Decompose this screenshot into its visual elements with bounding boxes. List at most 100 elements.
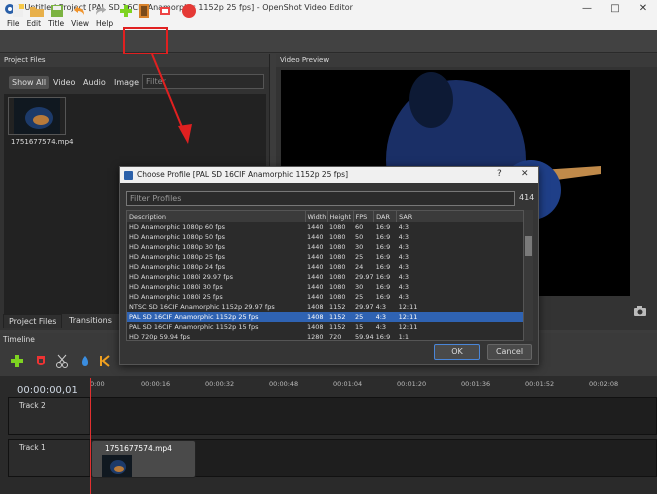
filter-show-all[interactable]: Show All xyxy=(9,76,50,89)
ok-button[interactable]: OK xyxy=(434,344,480,360)
menu-view[interactable]: View xyxy=(64,18,89,30)
scrollbar-thumb[interactable] xyxy=(525,236,532,256)
profile-cell: 16:9 xyxy=(375,243,391,251)
dialog-close-button[interactable]: ✕ xyxy=(521,169,529,179)
profile-cell: PAL SD 16CIF Anamorphic 1152p 25 fps xyxy=(127,312,305,322)
profile-table-scrollbar[interactable] xyxy=(524,210,533,341)
column-sar[interactable]: SAR xyxy=(396,211,523,222)
column-dar[interactable]: DAR xyxy=(373,211,398,222)
choose-profile-icon[interactable] xyxy=(136,3,152,19)
profile-row[interactable]: HD Anamorphic 1080p 50 fps 1440 1080 50 16:9… xyxy=(127,232,523,242)
tab-project-files[interactable]: Project Files xyxy=(3,314,63,328)
profile-cell: HD 720p 59.94 fps xyxy=(129,333,191,341)
profile-row[interactable]: HD Anamorphic 1080p 25 fps 1440 1080 25 16:9… xyxy=(127,252,523,262)
clip-thumbnail-image xyxy=(102,455,132,477)
menu-edit[interactable]: Edit xyxy=(20,18,42,30)
profile-cell: 1440 xyxy=(307,243,324,251)
profile-cell: 1440 xyxy=(307,233,324,241)
timeline-timecode: 00:00:00,01 xyxy=(17,385,78,396)
add-marker-icon[interactable] xyxy=(78,354,92,368)
profile-cell: 24 xyxy=(355,263,364,271)
profile-cell: 16:9 xyxy=(375,223,391,231)
fullscreen-icon[interactable] xyxy=(157,3,173,19)
filter-audio[interactable]: Audio xyxy=(80,76,109,89)
undo-icon[interactable] xyxy=(71,3,87,19)
profile-row[interactable]: HD Anamorphic 1080p 30 fps 1440 1080 30 16:9… xyxy=(127,242,523,252)
profile-row[interactable]: PAL SD 16CIF Anamorphic 1152p 15 fps 1408… xyxy=(127,322,523,332)
profile-row[interactable]: HD Anamorphic 1080p 24 fps 1440 1080 24 16:9… xyxy=(127,262,523,272)
maximize-button[interactable]: □ xyxy=(601,0,629,18)
profile-row[interactable]: NTSC SD 16CIF Anamorphic 1152p 29.97 fps… xyxy=(127,302,523,312)
add-track-icon[interactable] xyxy=(10,354,24,368)
profile-cell: 4:3 xyxy=(398,263,410,271)
playhead[interactable] xyxy=(90,378,91,494)
profile-row[interactable]: HD Anamorphic 1080i 25 fps 1440 1080 25 16:9… xyxy=(127,292,523,302)
track-label[interactable]: Track 2 xyxy=(9,398,89,434)
menu-file[interactable]: File xyxy=(0,18,20,30)
profile-cell: 4:3 xyxy=(398,233,410,241)
profile-cell: HD Anamorphic 1080i 29.97 fps xyxy=(129,273,234,281)
save-project-icon[interactable] xyxy=(49,3,65,19)
profile-table[interactable]: Description Width Height FPS DAR SAR HD … xyxy=(126,210,524,341)
profile-cell: 1408 xyxy=(305,312,327,322)
project-files-header: Project Files xyxy=(0,54,269,67)
profile-cell: PAL SD 16CIF Anamorphic 1152p 15 fps xyxy=(129,323,259,331)
file-thumbnail[interactable] xyxy=(8,97,66,135)
snap-icon[interactable] xyxy=(34,354,48,368)
profile-row[interactable]: HD Anamorphic 1080i 29.97 fps 1440 1080 29.… xyxy=(127,272,523,282)
menu-bar: File Edit Title View Help xyxy=(0,18,657,30)
profile-cell: 1080 xyxy=(329,283,346,291)
profile-cell: 1152 xyxy=(329,303,346,311)
dialog-title: Choose Profile [PAL SD 16CIF Anamorphic … xyxy=(137,170,349,179)
ruler-tick: 0:00 xyxy=(90,380,105,388)
close-window-button[interactable]: ✕ xyxy=(629,0,657,18)
dialog-help-button[interactable]: ? xyxy=(497,169,502,179)
import-files-icon[interactable] xyxy=(118,3,134,19)
track-label[interactable]: Track 1 xyxy=(9,440,89,476)
ruler-tick: 00:00:48 xyxy=(269,380,299,388)
profile-cell: 16:9 xyxy=(375,333,391,341)
profile-cell: 1440 xyxy=(307,253,324,261)
dialog-title-bar: Choose Profile [PAL SD 16CIF Anamorphic … xyxy=(120,167,538,183)
profile-cell: 1440 xyxy=(307,263,324,271)
column-fps[interactable]: FPS xyxy=(353,211,375,222)
profile-row[interactable]: HD Anamorphic 1080p 60 fps 1440 1080 60 16:9… xyxy=(127,222,523,232)
profile-cell: 16:9 xyxy=(375,263,391,271)
profile-cell: 1152 xyxy=(327,312,353,322)
profile-row[interactable]: HD Anamorphic 1080i 30 fps 1440 1080 30 16:9… xyxy=(127,282,523,292)
profile-cell: 1440 xyxy=(307,223,324,231)
profile-cell: HD Anamorphic 1080p 50 fps xyxy=(129,233,226,241)
ruler-tick: 00:02:08 xyxy=(589,380,619,388)
razor-icon[interactable] xyxy=(55,354,69,368)
filter-image[interactable]: Image xyxy=(111,76,142,89)
new-project-icon[interactable] xyxy=(10,3,26,19)
ruler-tick: 00:01:52 xyxy=(525,380,555,388)
column-width[interactable]: Width xyxy=(305,211,328,222)
redo-icon[interactable] xyxy=(93,3,109,19)
profile-filter-input[interactable]: Filter Profiles xyxy=(126,191,515,206)
camera-icon[interactable] xyxy=(633,305,647,317)
profile-cell: 29.97 xyxy=(355,303,374,311)
previous-marker-icon[interactable] xyxy=(98,354,112,368)
tab-transitions[interactable]: Transitions xyxy=(64,314,117,328)
open-project-icon[interactable] xyxy=(29,3,45,19)
profile-cell: 30 xyxy=(355,243,364,251)
column-height[interactable]: Height xyxy=(327,211,354,222)
dialog-app-icon xyxy=(124,171,133,180)
cancel-button[interactable]: Cancel xyxy=(487,344,532,360)
profile-row[interactable]: HD 720p 59.94 fps 1280 720 59.94 16:9 1:1 xyxy=(127,332,523,341)
minimize-button[interactable]: — xyxy=(573,0,601,18)
profile-cell: 29.97 xyxy=(355,273,374,281)
profile-cell: HD Anamorphic 1080i 30 fps xyxy=(129,283,223,291)
profile-count: 414 xyxy=(519,193,535,202)
track-row[interactable] xyxy=(8,397,657,435)
menu-title[interactable]: Title xyxy=(41,18,64,30)
profile-row[interactable]: PAL SD 16CIF Anamorphic 1152p 25 fps 1408… xyxy=(127,312,523,322)
column-description[interactable]: Description xyxy=(127,211,306,222)
profile-cell: 1152 xyxy=(329,323,346,331)
export-video-icon[interactable] xyxy=(181,3,197,19)
filter-video[interactable]: Video xyxy=(50,76,78,89)
timeline-ruler[interactable] xyxy=(90,376,657,398)
profile-cell: 50 xyxy=(355,233,364,241)
menu-help[interactable]: Help xyxy=(89,18,113,30)
